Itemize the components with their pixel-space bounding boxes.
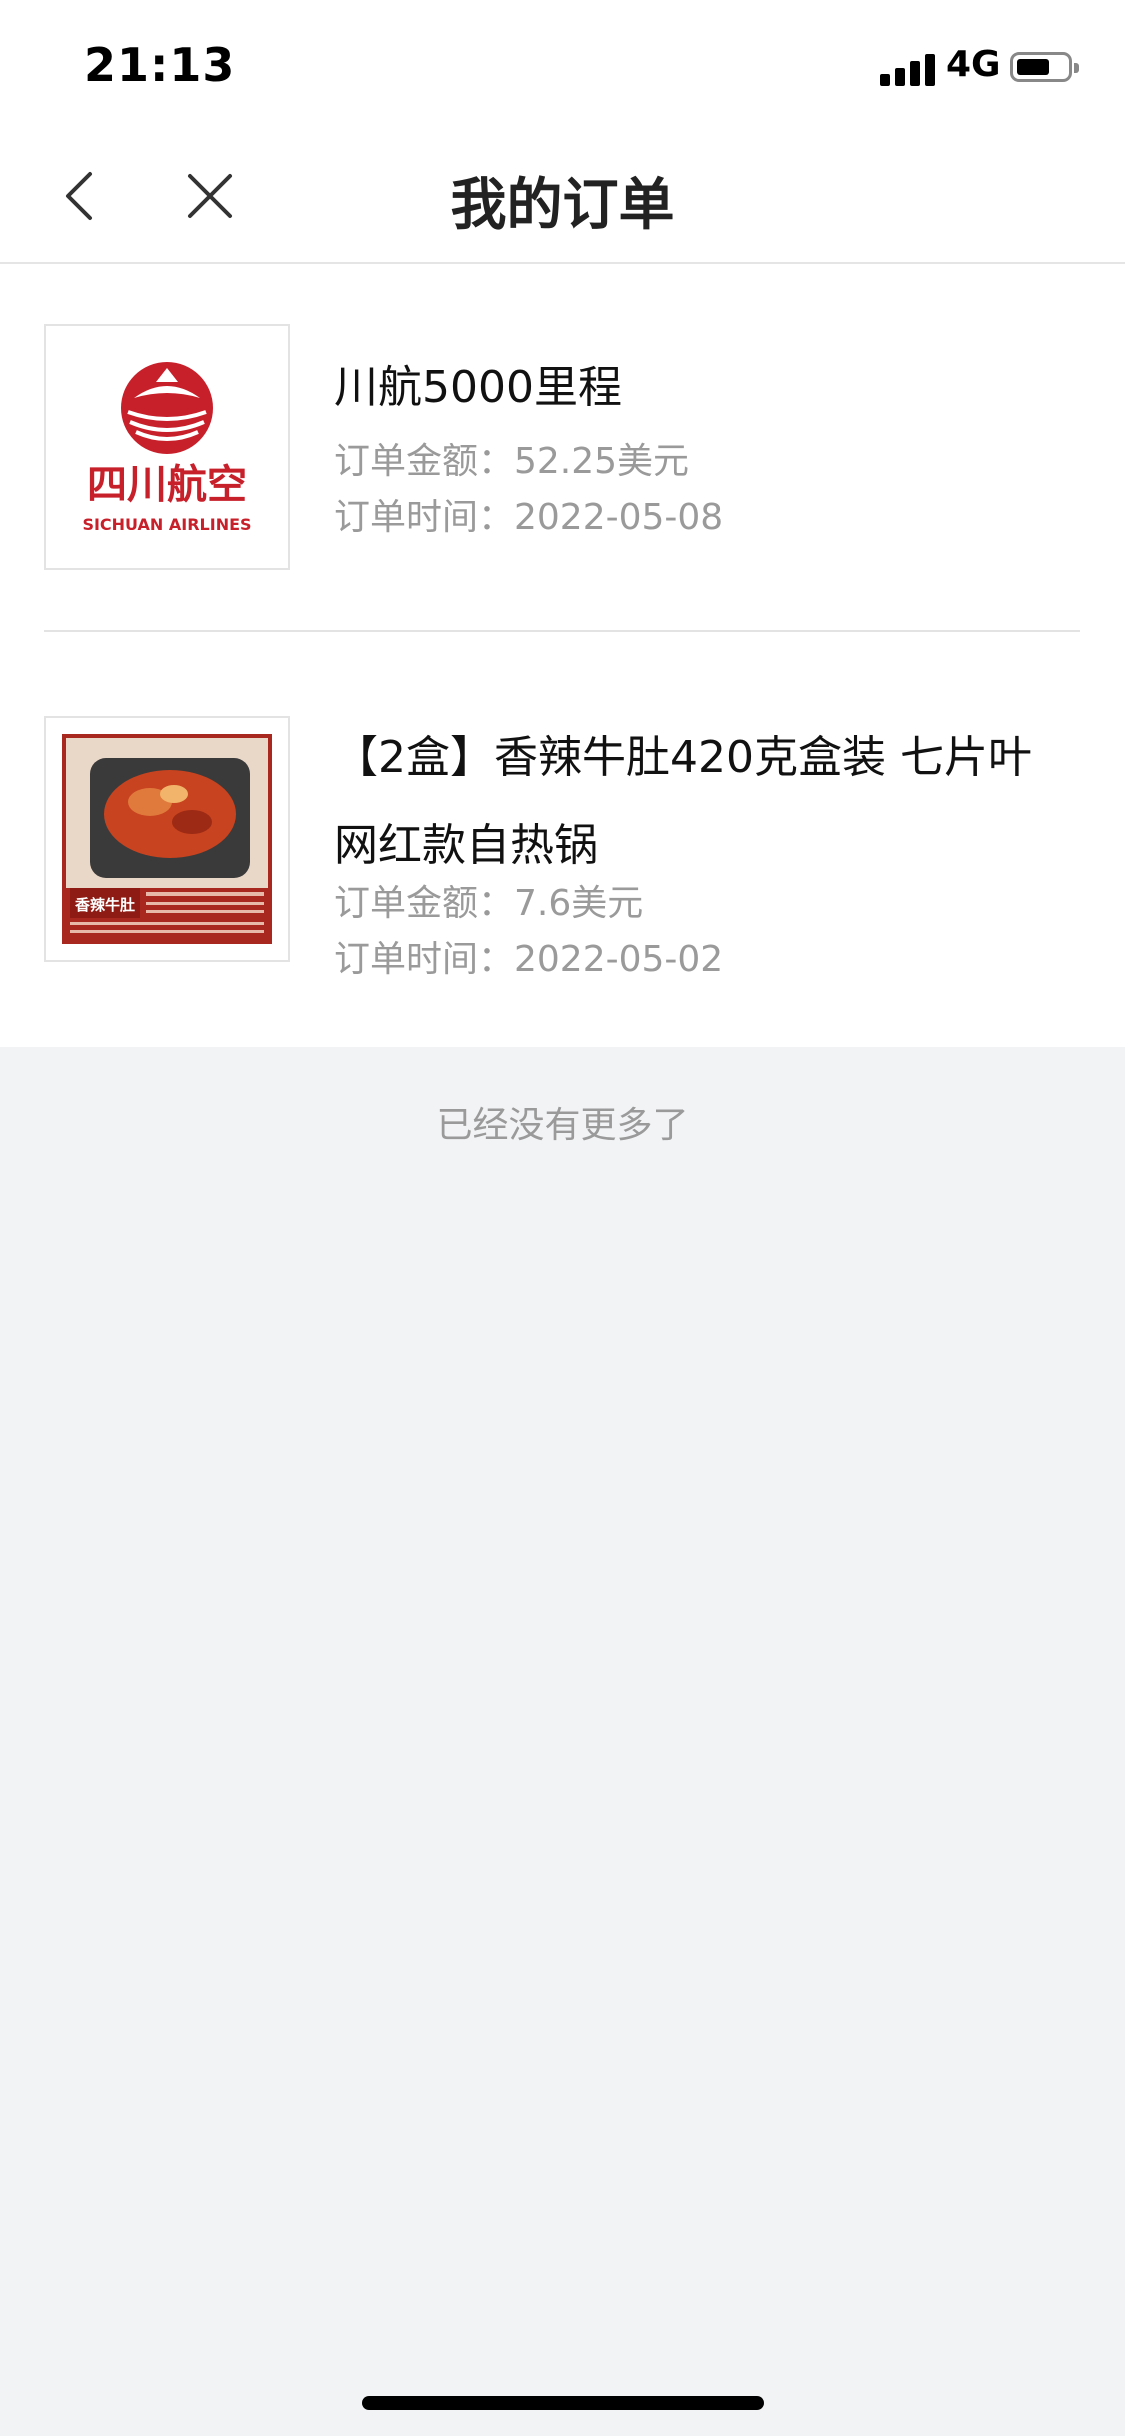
product-image: 香辣牛肚 xyxy=(62,734,272,944)
home-indicator[interactable] xyxy=(362,2396,764,2410)
signal-icon xyxy=(880,52,936,86)
battery-icon xyxy=(1010,52,1079,82)
order-time: 订单时间：2022-05-08 xyxy=(334,497,724,538)
sichuan-airlines-logo: 四川航空 SICHUAN AIRLINES xyxy=(82,362,252,534)
nav-bar: 我的订单 xyxy=(0,130,1125,264)
order-divider xyxy=(44,630,1080,632)
no-more-text: 已经没有更多了 xyxy=(436,1105,689,1146)
logo-text-cn: 四川航空 xyxy=(87,462,247,508)
order-amount: 订单金额：7.6美元 xyxy=(334,883,644,924)
product-image-label: 香辣牛肚 xyxy=(75,896,135,914)
status-time: 21:13 xyxy=(84,38,236,92)
order-amount: 订单金额：52.25美元 xyxy=(334,441,690,482)
order-title: 川航5000里程 xyxy=(334,362,622,413)
order-time: 订单时间：2022-05-02 xyxy=(334,939,724,980)
order-item[interactable]: 四川航空 SICHUAN AIRLINES 川航5000里程 订单金额：52.2… xyxy=(44,324,1080,570)
network-type: 4G xyxy=(946,44,1001,85)
status-bar: 21:13 4G xyxy=(0,0,1125,130)
order-thumbnail: 香辣牛肚 xyxy=(44,716,290,962)
order-item[interactable]: 香辣牛肚 【2盒】香辣牛肚420克盒装 七片叶 网红款自热锅 订单金额：7.6美… xyxy=(44,716,1080,986)
order-title-line1: 【2盒】香辣牛肚420克盒装 七片叶 xyxy=(334,732,1032,783)
page-title: 我的订单 xyxy=(450,173,675,238)
logo-text-en: SICHUAN AIRLINES xyxy=(82,515,251,534)
order-thumbnail: 四川航空 SICHUAN AIRLINES xyxy=(44,324,290,570)
